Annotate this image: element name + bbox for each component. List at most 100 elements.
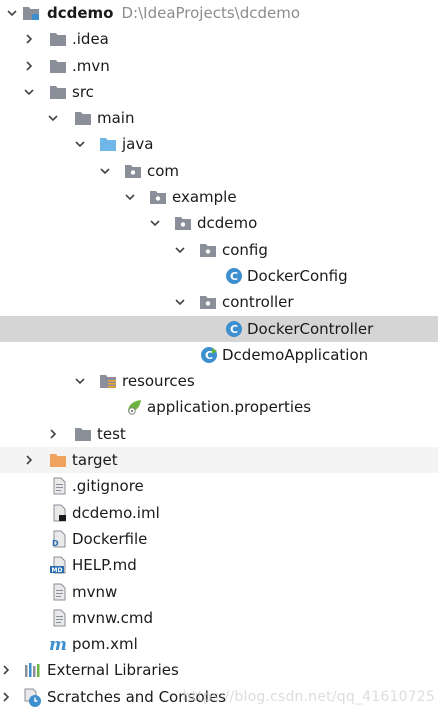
chevron-down-icon[interactable]: [5, 0, 19, 26]
tree-row-dcdemo-package[interactable]: dcdemo: [0, 210, 443, 236]
svg-text:C: C: [205, 349, 213, 362]
class-icon: C: [225, 320, 243, 338]
tree-label: java: [122, 135, 154, 154]
chevron-right-icon[interactable]: [22, 447, 36, 473]
tree-label: target: [72, 451, 118, 470]
folder-icon: [49, 83, 67, 101]
tree-label: com: [147, 161, 180, 180]
dockerfile-icon: D: [50, 530, 68, 548]
chevron-down-icon[interactable]: [98, 158, 112, 184]
tree-row-java[interactable]: java: [0, 131, 443, 157]
chevron-right-icon[interactable]: [22, 53, 36, 79]
tree-row-dockerfile[interactable]: D Dockerfile: [0, 526, 443, 552]
svg-text:C: C: [230, 323, 238, 336]
excluded-folder-icon: [49, 451, 67, 469]
tree-label: HELP.md: [72, 556, 137, 575]
chevron-down-icon[interactable]: [148, 210, 162, 236]
chevron-down-icon[interactable]: [22, 79, 36, 105]
package-icon: [124, 162, 142, 180]
tree-row-dcdemo-iml[interactable]: dcdemo.iml: [0, 500, 443, 526]
tree-label: DockerConfig: [247, 266, 348, 285]
tree-row-com[interactable]: com: [0, 158, 443, 184]
tree-row-docker-controller[interactable]: C DockerController: [0, 315, 438, 342]
tree-label: pom.xml: [72, 635, 138, 654]
text-file-icon: [50, 609, 68, 627]
tree-row-example[interactable]: example: [0, 184, 443, 210]
package-icon: [199, 293, 217, 311]
project-tree: dcdemo D:\IdeaProjects\dcdemo .idea .mvn …: [0, 0, 443, 711]
svg-text:D: D: [52, 539, 59, 548]
chevron-down-icon[interactable]: [173, 237, 187, 263]
project-name: dcdemo D:\IdeaProjects\dcdemo: [47, 0, 300, 26]
chevron-right-icon[interactable]: [46, 421, 60, 447]
tree-row-mvn[interactable]: .mvn: [0, 53, 443, 79]
tree-label: dcdemo.iml: [72, 503, 160, 522]
tree-row-gitignore[interactable]: .gitignore: [0, 473, 443, 499]
tree-row-application-properties[interactable]: application.properties: [0, 394, 443, 420]
svg-text:C: C: [230, 270, 238, 283]
tree-row-dcdemo-application[interactable]: C DcdemoApplication: [0, 342, 443, 368]
chevron-right-icon[interactable]: [22, 26, 36, 52]
tree-label: mvnw.cmd: [72, 608, 154, 627]
tree-label: mvnw: [72, 582, 118, 601]
chevron-down-icon[interactable]: [123, 184, 137, 210]
tree-row-mvnw[interactable]: mvnw: [0, 579, 443, 605]
chevron-down-icon[interactable]: [173, 289, 187, 315]
package-icon: [149, 188, 167, 206]
chevron-down-icon[interactable]: [73, 368, 87, 394]
folder-icon: [74, 425, 92, 443]
scratches-icon: [22, 688, 41, 707]
tree-label: Dockerfile: [72, 529, 148, 548]
watermark: https://blog.csdn.net/qq_41610725: [182, 689, 435, 705]
spring-properties-icon: [125, 398, 143, 416]
tree-label: .idea: [72, 30, 109, 49]
tree-label: example: [172, 188, 237, 207]
module-folder-icon: [22, 4, 40, 22]
tree-row-resources[interactable]: resources: [0, 368, 443, 394]
tree-label: config: [222, 240, 268, 259]
iml-file-icon: [50, 504, 68, 522]
tree-label: src: [72, 82, 94, 101]
source-folder-icon: [99, 135, 117, 153]
chevron-right-icon[interactable]: [0, 657, 13, 683]
tree-row-src[interactable]: src: [0, 79, 443, 105]
tree-row-target[interactable]: target: [0, 447, 438, 474]
tree-label: resources: [122, 372, 195, 391]
tree-row-config[interactable]: config: [0, 237, 443, 263]
markdown-file-icon: MD: [50, 556, 68, 574]
tree-label: application.properties: [147, 398, 312, 417]
tree-label: External Libraries: [47, 661, 179, 680]
library-icon: [24, 661, 42, 679]
tree-label: DcdemoApplication: [222, 345, 369, 364]
chevron-right-icon[interactable]: [0, 684, 13, 710]
tree-label: DockerController: [247, 319, 374, 338]
tree-row-idea[interactable]: .idea: [0, 26, 443, 52]
package-icon: [174, 214, 192, 232]
package-icon: [199, 241, 217, 259]
resources-folder-icon: [99, 372, 117, 390]
svg-text:m: m: [49, 635, 67, 653]
folder-icon: [49, 30, 67, 48]
class-icon: C: [225, 267, 243, 285]
tree-row-project-root[interactable]: dcdemo D:\IdeaProjects\dcdemo: [0, 0, 443, 26]
tree-row-external-libraries[interactable]: External Libraries: [0, 657, 443, 683]
tree-row-docker-config[interactable]: C DockerConfig: [0, 263, 443, 289]
spring-boot-class-icon: C: [200, 346, 218, 364]
project-name-text: dcdemo: [47, 4, 114, 22]
chevron-down-icon[interactable]: [73, 131, 87, 157]
folder-icon: [49, 57, 67, 75]
maven-pom-icon: m: [49, 635, 67, 653]
tree-row-main[interactable]: main: [0, 105, 443, 131]
svg-text:MD: MD: [52, 567, 63, 574]
tree-label: .gitignore: [72, 477, 144, 496]
tree-row-help-md[interactable]: MD HELP.md: [0, 552, 443, 578]
tree-label: main: [97, 109, 135, 128]
text-file-icon: [50, 583, 68, 601]
tree-row-mvnw-cmd[interactable]: mvnw.cmd: [0, 605, 443, 631]
tree-row-test[interactable]: test: [0, 421, 443, 447]
folder-icon: [74, 109, 92, 127]
tree-row-pom-xml[interactable]: m pom.xml: [0, 631, 443, 657]
tree-label: test: [97, 424, 126, 443]
chevron-down-icon[interactable]: [46, 105, 60, 131]
tree-row-controller[interactable]: controller: [0, 289, 443, 315]
